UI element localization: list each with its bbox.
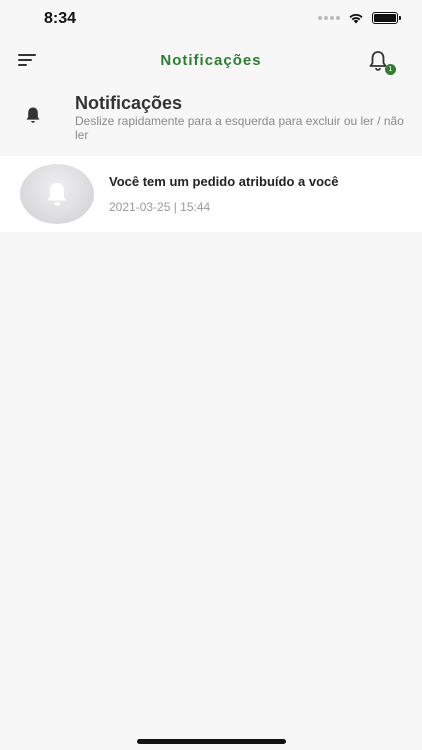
status-icons bbox=[318, 12, 401, 24]
section-subtitle: Deslize rapidamente para a esquerda para… bbox=[75, 114, 404, 142]
notification-count-badge: 1 bbox=[385, 64, 396, 75]
bell-icon bbox=[47, 183, 67, 206]
notification-avatar bbox=[20, 164, 94, 224]
wifi-icon bbox=[349, 13, 363, 24]
bell-icon bbox=[26, 107, 40, 123]
notification-item[interactable]: Você tem um pedido atribuído a você 2021… bbox=[0, 156, 422, 232]
battery-icon bbox=[372, 12, 401, 24]
status-time: 8:34 bbox=[44, 10, 77, 27]
nav-bar: Notificações 1 bbox=[0, 40, 422, 84]
notification-text: Você tem um pedido atribuído a você bbox=[109, 174, 339, 189]
notification-timestamp: 2021-03-25 | 15:44 bbox=[109, 200, 211, 214]
section-title: Notificações bbox=[75, 93, 183, 113]
cellular-signal-icon bbox=[318, 16, 340, 20]
notifications-button[interactable]: 1 bbox=[368, 50, 396, 75]
status-bar: 8:34 bbox=[0, 0, 422, 40]
section-header: Notificações Deslize rapidamente para a … bbox=[0, 90, 422, 146]
home-indicator[interactable] bbox=[137, 739, 286, 744]
page-title: Notificações bbox=[160, 52, 262, 69]
